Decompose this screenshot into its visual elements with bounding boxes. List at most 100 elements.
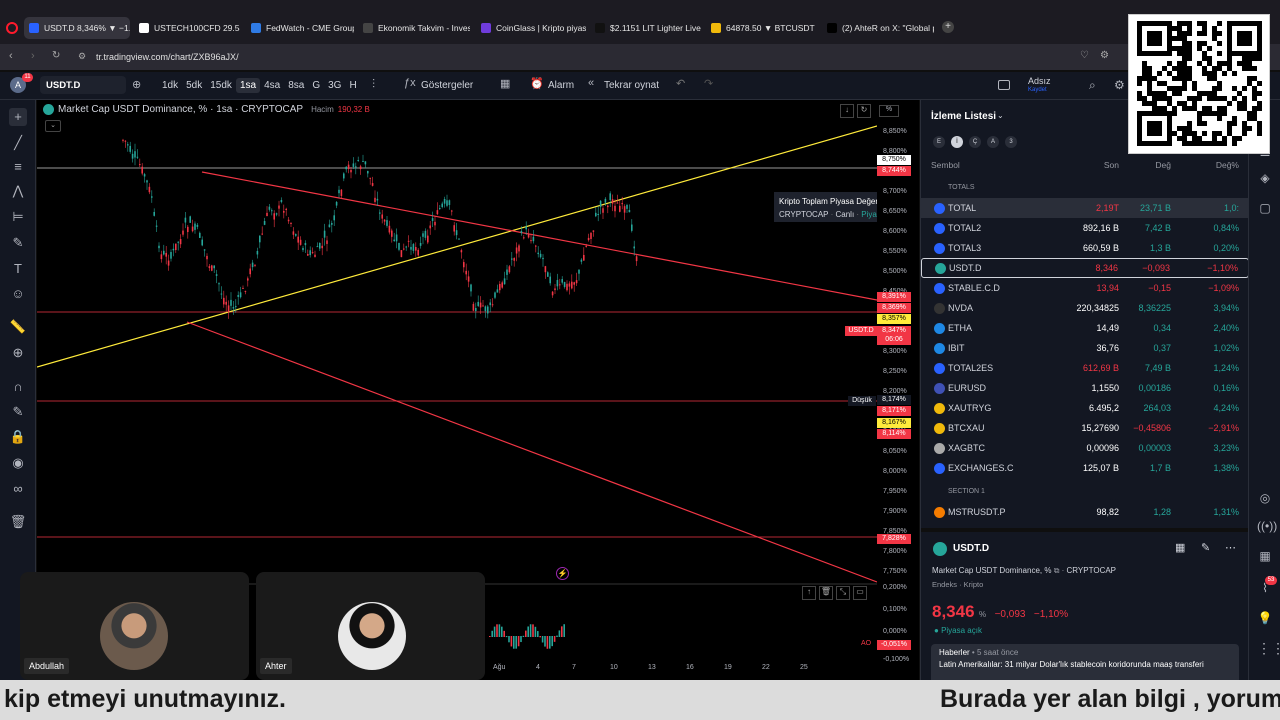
browser-logo-icon[interactable] bbox=[6, 22, 18, 34]
scroll-down-icon[interactable]: ↓ bbox=[840, 104, 854, 118]
url-field[interactable]: tr.tradingview.com/chart/ZXB96aJX/ bbox=[96, 52, 239, 62]
forward-icon[interactable]: › bbox=[31, 50, 35, 62]
settings-icon[interactable]: ⚙ bbox=[1114, 78, 1125, 92]
trendline-icon[interactable]: ╱ bbox=[9, 134, 27, 152]
pane-up-icon[interactable]: ↑ bbox=[802, 586, 816, 600]
cursor-icon[interactable]: + bbox=[9, 108, 27, 126]
pane-collapse-icon[interactable]: ⤡ bbox=[836, 586, 850, 600]
watchlist-row[interactable]: EURUSD 1,1550 0,00186 0,16% bbox=[921, 378, 1249, 398]
percent-toggle[interactable]: % bbox=[879, 105, 899, 117]
interval-3[interactable]: 1sa bbox=[235, 78, 261, 93]
watchlist-row[interactable]: IBIT 36,76 0,37 1,02% bbox=[921, 338, 1249, 358]
filter-1[interactable]: İ bbox=[951, 136, 963, 148]
watchlist-row[interactable]: TOTAL3 660,59 B 1,3 B 0,20% bbox=[921, 238, 1249, 258]
alarm-icon[interactable]: ⏰ bbox=[530, 77, 544, 90]
compare-add-icon[interactable]: ⊕ bbox=[132, 78, 141, 91]
browser-tab[interactable]: 64878.50 ▼ BTCUSDT bbox=[706, 17, 818, 39]
filter-0[interactable]: E bbox=[933, 136, 945, 148]
reload-icon[interactable]: ↻ bbox=[52, 50, 60, 61]
watchlist-row[interactable]: STABLE.C.D 13,94 −0,15 −1,09% bbox=[921, 278, 1249, 298]
pane-delete-icon[interactable]: 🗑 bbox=[819, 586, 833, 600]
watchlist-row[interactable]: TOTAL 2,19T 23,71 B 1,0: bbox=[921, 198, 1249, 218]
lock-drawing-icon[interactable]: ✎ bbox=[9, 403, 27, 421]
text-icon[interactable]: T bbox=[9, 260, 27, 278]
browser-tab[interactable]: Ekonomik Takvim - Invest bbox=[358, 17, 470, 39]
ruler-icon[interactable]: 📏 bbox=[9, 318, 27, 336]
watchlist-title[interactable]: İzleme Listesi bbox=[931, 111, 996, 122]
col-change[interactable]: Değ bbox=[1155, 160, 1171, 170]
chart-type-icon[interactable]: ⫶ bbox=[372, 77, 375, 92]
symbol-search-field[interactable]: USDT.D bbox=[40, 76, 126, 94]
legend-collapse-button[interactable]: ⌄ bbox=[45, 120, 61, 132]
section-1[interactable]: SECTION 1 bbox=[948, 488, 985, 495]
layout-title[interactable]: Adsız bbox=[1028, 76, 1051, 86]
fib-icon[interactable]: ≡ bbox=[9, 158, 27, 176]
watchlist-row[interactable]: BTCXAU 15,27690 −0,45806 −2,91% bbox=[921, 418, 1249, 438]
undo-icon[interactable]: ↶ bbox=[676, 77, 685, 90]
replay-button[interactable]: Tekrar oynat bbox=[604, 80, 659, 91]
col-last[interactable]: Son bbox=[1104, 160, 1119, 170]
watchlist-row[interactable]: MSTRUSDT.P 98,82 1,28 1,31% bbox=[921, 502, 1249, 522]
reset-icon[interactable]: ↻ bbox=[857, 104, 871, 118]
news-card[interactable]: Haberler • 5 saat önce Latin Amerikalıla… bbox=[931, 644, 1239, 684]
trash-icon[interactable]: 🗑 bbox=[9, 513, 27, 531]
more-icon[interactable]: ⋯ bbox=[1225, 541, 1236, 554]
interval-7[interactable]: 3G bbox=[324, 78, 345, 93]
watchlist-row[interactable]: USDT.D 8,346 −0,093 −1,10% bbox=[921, 258, 1249, 278]
new-tab-button[interactable]: + bbox=[942, 21, 954, 33]
watchlist-row[interactable]: ETHA 14,49 0,34 2,40% bbox=[921, 318, 1249, 338]
external-link-icon[interactable]: ⧉ · bbox=[1054, 566, 1067, 575]
alarm-button[interactable]: Alarm bbox=[548, 80, 574, 91]
layout-icon[interactable]: ▦ bbox=[500, 77, 510, 90]
filter-3[interactable]: A bbox=[987, 136, 999, 148]
filter-4[interactable]: 3 bbox=[1005, 136, 1017, 148]
interval-2[interactable]: 15dk bbox=[206, 78, 236, 93]
grid-icon[interactable]: ▦ bbox=[1175, 541, 1185, 554]
magnet-icon[interactable]: ∩ bbox=[9, 378, 27, 396]
watchlist-row[interactable]: EXCHANGES.C 125,07 B 1,7 B 1,38% bbox=[921, 458, 1249, 478]
price-axis[interactable]: % 8,850% 8,800% 8,700% 8,650% 8,600% 8,550% 8,… bbox=[877, 100, 919, 680]
chat-icon[interactable]: ▢ bbox=[1257, 200, 1273, 216]
emoji-icon[interactable]: ☺ bbox=[9, 285, 27, 303]
browser-tab[interactable]: $2.1151 LIT Lighter Live P bbox=[590, 17, 702, 39]
interval-8[interactable]: H bbox=[345, 78, 360, 93]
watchlist-row[interactable]: NVDA 220,34825 8,36225 3,94% bbox=[921, 298, 1249, 318]
eye-icon[interactable]: ◉ bbox=[9, 454, 27, 472]
interval-6[interactable]: G bbox=[308, 78, 324, 93]
site-info-icon[interactable]: ⚙ bbox=[78, 51, 86, 62]
link-icon[interactable]: ∞ bbox=[9, 480, 27, 498]
col-symbol[interactable]: Sembol bbox=[931, 160, 960, 170]
browser-tab[interactable]: CoinGlass | Kripto piyasa bbox=[476, 17, 586, 39]
back-icon[interactable]: ‹ bbox=[9, 50, 13, 62]
browser-tab[interactable]: FedWatch - CME Group bbox=[246, 17, 354, 39]
layout-square-icon-2[interactable] bbox=[998, 80, 1010, 90]
chevron-down-icon[interactable]: ⌄ bbox=[997, 111, 1004, 120]
brush-icon[interactable]: ✎ bbox=[9, 234, 27, 252]
interval-1[interactable]: 5dk bbox=[182, 78, 206, 93]
redo-icon[interactable]: ↷ bbox=[704, 77, 713, 90]
save-subtitle[interactable]: Kaydet bbox=[1028, 87, 1047, 93]
pane-max-icon[interactable]: ▭ bbox=[853, 586, 867, 600]
lock-icon[interactable]: 🔒 bbox=[9, 428, 27, 446]
watchlist-row[interactable]: XAUTRYG 6.495,2 264,03 4,24% bbox=[921, 398, 1249, 418]
replay-icon[interactable]: « bbox=[588, 77, 594, 89]
edit-icon[interactable]: ✎ bbox=[1201, 541, 1210, 554]
lightning-icon[interactable]: ⚡ bbox=[556, 567, 569, 580]
watchlist-row[interactable]: TOTAL2 892,16 B 7,42 B 0,84% bbox=[921, 218, 1249, 238]
col-change-pct[interactable]: Değ% bbox=[1216, 160, 1239, 170]
browser-tab[interactable]: USTECH100CFD 29.584,8 bbox=[134, 17, 240, 39]
watchlist-row[interactable]: XAGBTC 0,00096 0,00003 3,23% bbox=[921, 438, 1249, 458]
watchlist-row[interactable]: TOTAL2ES 612,69 B 7,49 B 1,24% bbox=[921, 358, 1249, 378]
browser-tab[interactable]: (2) AhteR on X: "Global p bbox=[822, 17, 934, 39]
target-icon[interactable]: ◎ bbox=[1257, 490, 1273, 506]
indicators-button[interactable]: Göstergeler bbox=[421, 80, 473, 91]
apps-icon[interactable]: ⋮⋮ bbox=[1257, 640, 1280, 656]
browser-tab[interactable]: USDT.D 8,346% ▼ −1.1% bbox=[24, 17, 130, 39]
zoom-icon[interactable]: ⊕ bbox=[9, 344, 27, 362]
search-icon[interactable]: ⌕ bbox=[1089, 78, 1096, 93]
interval-4[interactable]: 4sa bbox=[260, 78, 284, 93]
position-icon[interactable]: ⊨ bbox=[9, 208, 27, 226]
calendar-icon[interactable]: ▦ bbox=[1257, 548, 1273, 564]
extensions-icon[interactable]: ⚙ bbox=[1100, 50, 1109, 61]
detail-symbol[interactable]: USDT.D bbox=[953, 543, 989, 554]
